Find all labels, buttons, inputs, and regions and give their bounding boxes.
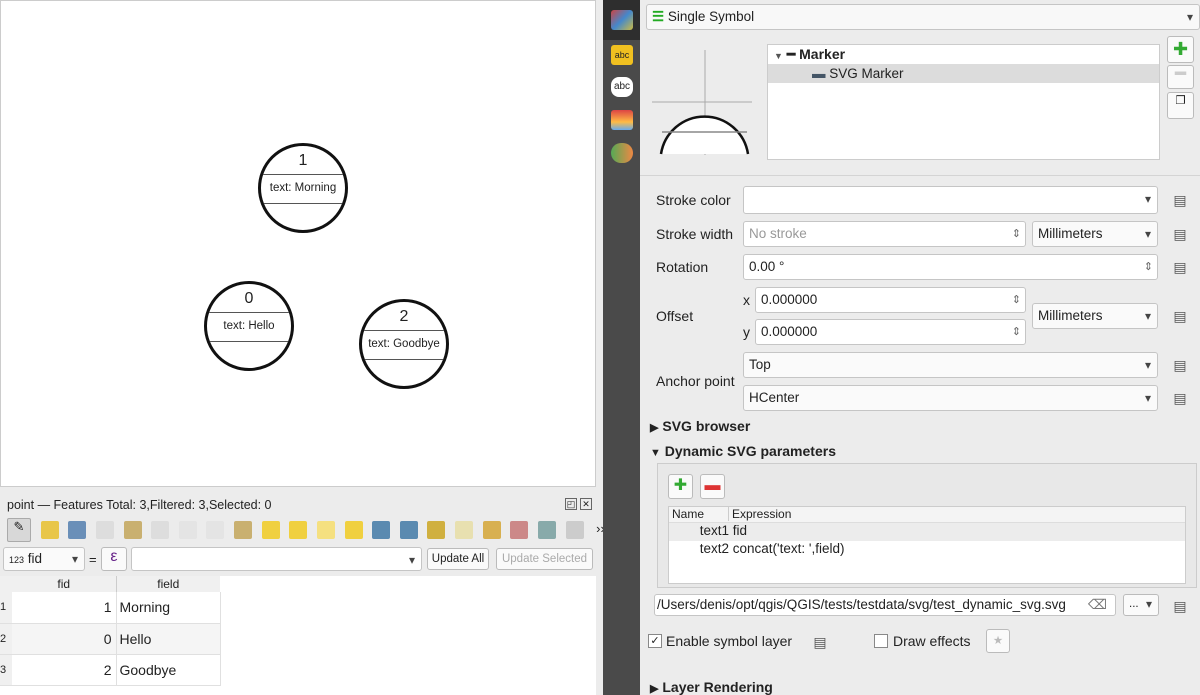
rotation-input[interactable]: 0.00 ° [743,254,1158,280]
map-feature[interactable]: 0 text: Hello [204,281,294,371]
anchor-vertical-select[interactable]: Top [743,352,1158,378]
tree-item-marker[interactable]: ▼ ━ Marker [768,45,1159,64]
zoom-icon[interactable] [455,521,473,539]
rotation-label: Rotation [656,259,709,275]
cut-icon[interactable] [178,521,197,539]
remove-layer-button[interactable]: ▬ [1167,65,1194,89]
tree-item-svg-marker[interactable]: ▬ SVG Marker [768,64,1159,83]
reload-icon[interactable] [95,521,114,539]
renderer-selector[interactable]: ☰ Single Symbol [646,4,1200,30]
delete-field-icon[interactable] [510,521,529,539]
symbology-panel: ☰ Single Symbol ▼ ━ Marker ▬ SVG Marker … [640,0,1200,695]
labels-tab-icon[interactable]: abc [611,45,633,65]
enable-layer-label: Enable symbol layer [666,633,793,649]
multi-edit-icon[interactable] [40,521,59,539]
invert-selection-icon[interactable] [316,521,335,539]
deselect-icon[interactable] [344,521,363,539]
data-defined-icon[interactable]: ▤ [808,631,832,653]
param-row[interactable]: text2 concat('text: ',field) [669,541,1185,559]
params-table: Name Expression text1 fid text2 concat('t… [668,506,1186,584]
offset-unit[interactable]: Millimeters [1032,303,1158,329]
data-defined-icon[interactable]: ▤ [1168,305,1192,327]
add-layer-button[interactable]: ✚ [1167,36,1194,63]
move-top-icon[interactable] [399,521,418,539]
add-feature-icon[interactable] [123,521,142,539]
data-defined-icon[interactable]: ▤ [1168,387,1192,409]
svg-path-input[interactable]: /Users/denis/opt/qgis/QGIS/tests/testdat… [654,594,1116,616]
diagrams-tab-icon[interactable] [611,110,633,130]
table-row[interactable]: 1 1 Morning [0,592,221,623]
symbol-preview [652,50,752,155]
remove-param-button[interactable]: ▬ [700,474,725,499]
data-defined-icon[interactable]: ▤ [1168,223,1192,245]
dynamic-params-group[interactable]: ▼ Dynamic SVG parameters [650,443,836,459]
select-expression-icon[interactable] [261,521,280,539]
new-field-icon[interactable] [482,521,501,539]
field-calculator-icon[interactable] [537,521,556,539]
single-symbol-icon: ☰ [652,9,665,24]
param-row[interactable]: text1 fid [669,523,1185,541]
column-header-field[interactable]: field [116,576,220,592]
column-header-fid[interactable]: fid [12,576,117,592]
data-defined-icon[interactable]: ▤ [1168,189,1192,211]
effects-star-button[interactable]: ★ [986,629,1010,653]
filter-icon[interactable] [372,521,391,539]
update-selected-button[interactable]: Update Selected [496,548,593,570]
offset-label: Offset [656,308,694,324]
style-sidebar: abc abc [603,0,640,695]
stroke-color-label: Stroke color [656,192,731,208]
map-canvas[interactable]: 1 text: Morning 0 text: Hello 2 text: Goodb… [0,0,596,487]
browse-button[interactable]: ... [1123,594,1159,616]
history-tab-icon[interactable] [611,143,633,163]
conditional-format-icon[interactable] [565,521,584,539]
symbology-tab[interactable] [603,0,640,40]
expression-button[interactable]: ε [101,547,127,571]
offset-y-input[interactable]: 0.000000 [755,319,1026,345]
data-defined-icon[interactable]: ▤ [1168,354,1192,376]
clear-icon[interactable]: ⌫ [1088,595,1107,615]
attribute-table-panel: point — Features Total: 3,Filtered: 3,Se… [0,490,605,695]
table-row[interactable]: 2 0 Hello [0,623,221,654]
update-all-button[interactable]: Update All [427,548,489,570]
data-defined-icon[interactable]: ▤ [1168,256,1192,278]
close-icon[interactable]: ✕ [580,498,592,510]
dynamic-params-box: ✚ ▬ Name Expression text1 fid text2 conca… [657,463,1197,588]
table-row[interactable]: 3 2 Goodbye [0,654,221,685]
masks-tab-icon[interactable]: abc [611,77,633,97]
svg-browser-group[interactable]: ▶ SVG browser [650,418,750,434]
pan-icon[interactable] [427,521,446,539]
enable-layer-checkbox[interactable]: ✓ [648,634,662,648]
data-defined-icon[interactable]: ▤ [1168,595,1192,617]
save-icon[interactable] [68,521,87,539]
layer-rendering-group[interactable]: ▶ Layer Rendering [650,679,773,695]
attribute-toolbar: ✎ ›› [4,518,605,544]
delete-icon[interactable] [151,521,170,539]
anchor-label: Anchor point [656,373,735,389]
anchor-horizontal-select[interactable]: HCenter [743,385,1158,411]
float-icon[interactable]: ◰ [565,498,577,510]
stroke-width-input[interactable]: No stroke [743,221,1026,247]
stroke-width-label: Stroke width [656,226,734,242]
attribute-table-title: point — Features Total: 3,Filtered: 3,Se… [7,498,272,512]
equals-label: = [89,552,97,567]
paintbrush-icon [611,10,633,30]
field-selector[interactable]: 123 fid [3,547,85,571]
offset-x-input[interactable]: 0.000000 [755,287,1026,313]
map-feature[interactable]: 1 text: Morning [258,143,348,233]
add-param-button[interactable]: ✚ [668,474,693,499]
symbol-layer-tree: ▼ ━ Marker ▬ SVG Marker [767,44,1160,160]
toggle-editing-icon[interactable]: ✎ [7,518,31,542]
stroke-width-unit[interactable]: Millimeters [1032,221,1158,247]
paste-icon[interactable] [234,521,252,539]
draw-effects-label: Draw effects [893,633,971,649]
attribute-grid: fid field 1 1 Morning 2 0 Hello 3 2 Goodbye [0,576,596,695]
copy-icon[interactable] [206,521,225,539]
expression-input[interactable] [131,547,422,572]
map-feature[interactable]: 2 text: Goodbye [359,299,449,389]
duplicate-layer-button[interactable]: ❐ [1167,92,1194,119]
draw-effects-checkbox[interactable] [874,634,888,648]
stroke-color-button[interactable] [743,186,1158,214]
select-all-icon[interactable] [289,521,308,539]
